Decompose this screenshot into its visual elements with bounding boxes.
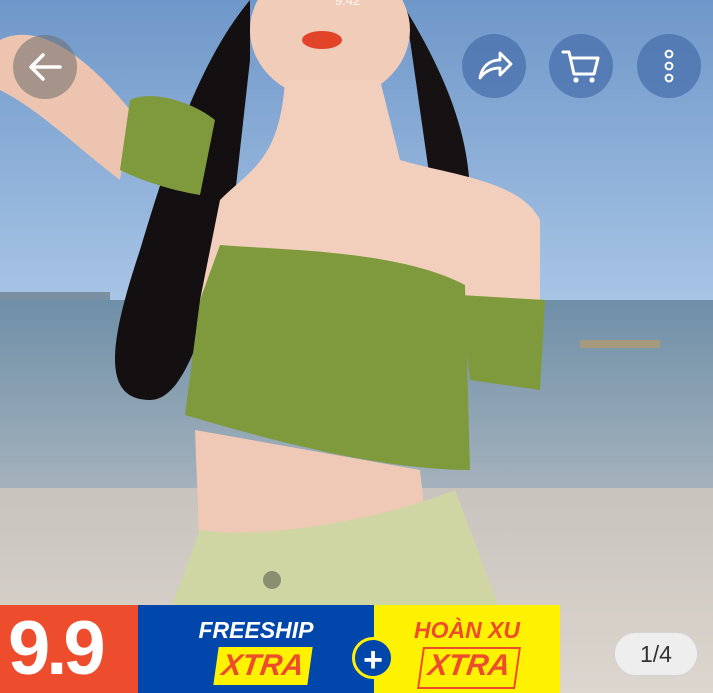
cart-button[interactable]: [549, 34, 613, 98]
hoanxu-xtra-badge: HOÀN XU XTRA: [374, 605, 560, 693]
freeship-xtra-label: XTRA: [213, 647, 313, 685]
more-options-button[interactable]: [637, 34, 701, 98]
hoanxu-xtra-label: XTRA: [417, 647, 521, 689]
status-time: 9:42: [335, 0, 361, 8]
price-badge: 9.9: [0, 605, 138, 693]
shopping-cart-icon: [561, 50, 600, 83]
arrow-left-icon: [29, 53, 62, 81]
share-arrow-icon: [478, 51, 513, 80]
image-counter: 1/4: [614, 632, 698, 676]
more-vertical-icon: [664, 49, 674, 83]
hoanxu-label: HOÀN XU: [413, 617, 521, 643]
freeship-xtra-badge: FREESHIP XTRA: [138, 605, 374, 693]
promo-banner: 9.9 FREESHIP XTRA HOÀN XU XTRA: [0, 605, 560, 693]
back-button[interactable]: [13, 35, 77, 99]
share-button[interactable]: [462, 34, 526, 98]
plus-badge: +: [352, 637, 394, 679]
product-detail-screen: 9:42 9.9 FREESHIP XTRA HOÀN XU XTRA + 1/…: [0, 0, 713, 693]
status-bar: 9:42: [0, 0, 713, 8]
price-badge-text: 9.9: [8, 606, 106, 691]
product-image[interactable]: [0, 0, 713, 693]
product-photo-illustration: [0, 0, 713, 693]
freeship-label: FREESHIP: [198, 617, 314, 643]
